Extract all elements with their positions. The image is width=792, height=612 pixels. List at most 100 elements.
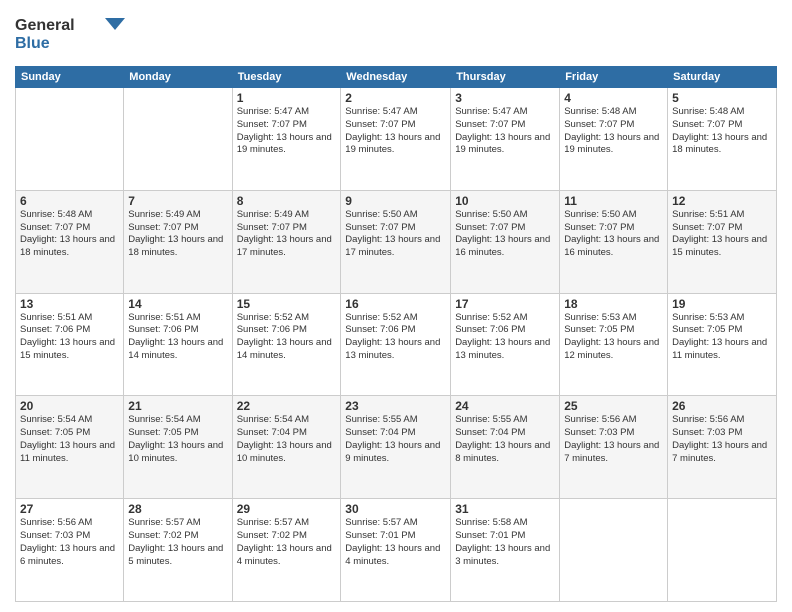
- day-number: 24: [455, 399, 555, 413]
- day-number: 25: [564, 399, 663, 413]
- calendar-cell: 6Sunrise: 5:48 AM Sunset: 7:07 PM Daylig…: [16, 190, 124, 293]
- day-number: 17: [455, 297, 555, 311]
- day-number: 6: [20, 194, 119, 208]
- header-thursday: Thursday: [451, 67, 560, 88]
- day-info: Sunrise: 5:48 AM Sunset: 7:07 PM Dayligh…: [20, 209, 119, 260]
- day-info: Sunrise: 5:49 AM Sunset: 7:07 PM Dayligh…: [128, 209, 227, 260]
- day-info: Sunrise: 5:47 AM Sunset: 7:07 PM Dayligh…: [237, 106, 337, 157]
- logo: General Blue: [15, 10, 125, 58]
- calendar-cell: 2Sunrise: 5:47 AM Sunset: 7:07 PM Daylig…: [341, 88, 451, 191]
- header-sunday: Sunday: [16, 67, 124, 88]
- day-info: Sunrise: 5:48 AM Sunset: 7:07 PM Dayligh…: [564, 106, 663, 157]
- day-number: 3: [455, 91, 555, 105]
- calendar-cell: [560, 499, 668, 602]
- day-info: Sunrise: 5:53 AM Sunset: 7:05 PM Dayligh…: [672, 312, 772, 363]
- svg-text:General: General: [15, 17, 75, 34]
- logo-svg: General Blue: [15, 10, 125, 55]
- header: General Blue: [15, 10, 777, 58]
- day-number: 30: [345, 502, 446, 516]
- day-info: Sunrise: 5:56 AM Sunset: 7:03 PM Dayligh…: [20, 517, 119, 568]
- calendar-cell: 13Sunrise: 5:51 AM Sunset: 7:06 PM Dayli…: [16, 293, 124, 396]
- day-info: Sunrise: 5:50 AM Sunset: 7:07 PM Dayligh…: [345, 209, 446, 260]
- day-number: 7: [128, 194, 227, 208]
- week-row-3: 20Sunrise: 5:54 AM Sunset: 7:05 PM Dayli…: [16, 396, 777, 499]
- day-number: 27: [20, 502, 119, 516]
- calendar-cell: 29Sunrise: 5:57 AM Sunset: 7:02 PM Dayli…: [232, 499, 341, 602]
- calendar-table: Sunday Monday Tuesday Wednesday Thursday…: [15, 66, 777, 602]
- week-row-1: 6Sunrise: 5:48 AM Sunset: 7:07 PM Daylig…: [16, 190, 777, 293]
- day-info: Sunrise: 5:55 AM Sunset: 7:04 PM Dayligh…: [345, 414, 446, 465]
- day-info: Sunrise: 5:57 AM Sunset: 7:02 PM Dayligh…: [128, 517, 227, 568]
- day-number: 23: [345, 399, 446, 413]
- day-number: 1: [237, 91, 337, 105]
- day-info: Sunrise: 5:57 AM Sunset: 7:02 PM Dayligh…: [237, 517, 337, 568]
- day-info: Sunrise: 5:51 AM Sunset: 7:07 PM Dayligh…: [672, 209, 772, 260]
- calendar-cell: 25Sunrise: 5:56 AM Sunset: 7:03 PM Dayli…: [560, 396, 668, 499]
- day-info: Sunrise: 5:56 AM Sunset: 7:03 PM Dayligh…: [564, 414, 663, 465]
- svg-text:Blue: Blue: [15, 35, 50, 52]
- weekday-header-row: Sunday Monday Tuesday Wednesday Thursday…: [16, 67, 777, 88]
- calendar-cell: 28Sunrise: 5:57 AM Sunset: 7:02 PM Dayli…: [124, 499, 232, 602]
- day-number: 26: [672, 399, 772, 413]
- day-number: 4: [564, 91, 663, 105]
- day-info: Sunrise: 5:57 AM Sunset: 7:01 PM Dayligh…: [345, 517, 446, 568]
- day-number: 22: [237, 399, 337, 413]
- calendar-cell: 14Sunrise: 5:51 AM Sunset: 7:06 PM Dayli…: [124, 293, 232, 396]
- day-number: 15: [237, 297, 337, 311]
- header-monday: Monday: [124, 67, 232, 88]
- week-row-2: 13Sunrise: 5:51 AM Sunset: 7:06 PM Dayli…: [16, 293, 777, 396]
- calendar-cell: 23Sunrise: 5:55 AM Sunset: 7:04 PM Dayli…: [341, 396, 451, 499]
- day-number: 16: [345, 297, 446, 311]
- day-number: 28: [128, 502, 227, 516]
- day-info: Sunrise: 5:47 AM Sunset: 7:07 PM Dayligh…: [455, 106, 555, 157]
- day-info: Sunrise: 5:55 AM Sunset: 7:04 PM Dayligh…: [455, 414, 555, 465]
- calendar-cell: [16, 88, 124, 191]
- calendar-cell: 22Sunrise: 5:54 AM Sunset: 7:04 PM Dayli…: [232, 396, 341, 499]
- day-number: 8: [237, 194, 337, 208]
- day-info: Sunrise: 5:52 AM Sunset: 7:06 PM Dayligh…: [345, 312, 446, 363]
- calendar-cell: 21Sunrise: 5:54 AM Sunset: 7:05 PM Dayli…: [124, 396, 232, 499]
- day-info: Sunrise: 5:49 AM Sunset: 7:07 PM Dayligh…: [237, 209, 337, 260]
- day-number: 2: [345, 91, 446, 105]
- day-info: Sunrise: 5:51 AM Sunset: 7:06 PM Dayligh…: [20, 312, 119, 363]
- day-number: 10: [455, 194, 555, 208]
- day-number: 20: [20, 399, 119, 413]
- day-number: 21: [128, 399, 227, 413]
- calendar-cell: 8Sunrise: 5:49 AM Sunset: 7:07 PM Daylig…: [232, 190, 341, 293]
- day-info: Sunrise: 5:53 AM Sunset: 7:05 PM Dayligh…: [564, 312, 663, 363]
- calendar-cell: 16Sunrise: 5:52 AM Sunset: 7:06 PM Dayli…: [341, 293, 451, 396]
- day-number: 5: [672, 91, 772, 105]
- calendar-cell: 17Sunrise: 5:52 AM Sunset: 7:06 PM Dayli…: [451, 293, 560, 396]
- calendar-cell: 1Sunrise: 5:47 AM Sunset: 7:07 PM Daylig…: [232, 88, 341, 191]
- day-number: 29: [237, 502, 337, 516]
- calendar-cell: [124, 88, 232, 191]
- day-number: 9: [345, 194, 446, 208]
- day-number: 19: [672, 297, 772, 311]
- calendar-cell: 11Sunrise: 5:50 AM Sunset: 7:07 PM Dayli…: [560, 190, 668, 293]
- header-saturday: Saturday: [668, 67, 777, 88]
- day-info: Sunrise: 5:48 AM Sunset: 7:07 PM Dayligh…: [672, 106, 772, 157]
- header-wednesday: Wednesday: [341, 67, 451, 88]
- calendar-cell: 20Sunrise: 5:54 AM Sunset: 7:05 PM Dayli…: [16, 396, 124, 499]
- day-info: Sunrise: 5:54 AM Sunset: 7:05 PM Dayligh…: [20, 414, 119, 465]
- day-info: Sunrise: 5:50 AM Sunset: 7:07 PM Dayligh…: [455, 209, 555, 260]
- week-row-4: 27Sunrise: 5:56 AM Sunset: 7:03 PM Dayli…: [16, 499, 777, 602]
- day-info: Sunrise: 5:52 AM Sunset: 7:06 PM Dayligh…: [455, 312, 555, 363]
- calendar-cell: 7Sunrise: 5:49 AM Sunset: 7:07 PM Daylig…: [124, 190, 232, 293]
- day-info: Sunrise: 5:56 AM Sunset: 7:03 PM Dayligh…: [672, 414, 772, 465]
- day-info: Sunrise: 5:54 AM Sunset: 7:05 PM Dayligh…: [128, 414, 227, 465]
- calendar-cell: 3Sunrise: 5:47 AM Sunset: 7:07 PM Daylig…: [451, 88, 560, 191]
- calendar-cell: 15Sunrise: 5:52 AM Sunset: 7:06 PM Dayli…: [232, 293, 341, 396]
- day-info: Sunrise: 5:52 AM Sunset: 7:06 PM Dayligh…: [237, 312, 337, 363]
- day-number: 18: [564, 297, 663, 311]
- header-friday: Friday: [560, 67, 668, 88]
- calendar-cell: [668, 499, 777, 602]
- day-number: 31: [455, 502, 555, 516]
- day-number: 12: [672, 194, 772, 208]
- calendar-cell: 4Sunrise: 5:48 AM Sunset: 7:07 PM Daylig…: [560, 88, 668, 191]
- day-number: 13: [20, 297, 119, 311]
- calendar-cell: 19Sunrise: 5:53 AM Sunset: 7:05 PM Dayli…: [668, 293, 777, 396]
- page: General Blue Sunday Monday Tuesday Wedne…: [0, 0, 792, 612]
- calendar-cell: 5Sunrise: 5:48 AM Sunset: 7:07 PM Daylig…: [668, 88, 777, 191]
- header-tuesday: Tuesday: [232, 67, 341, 88]
